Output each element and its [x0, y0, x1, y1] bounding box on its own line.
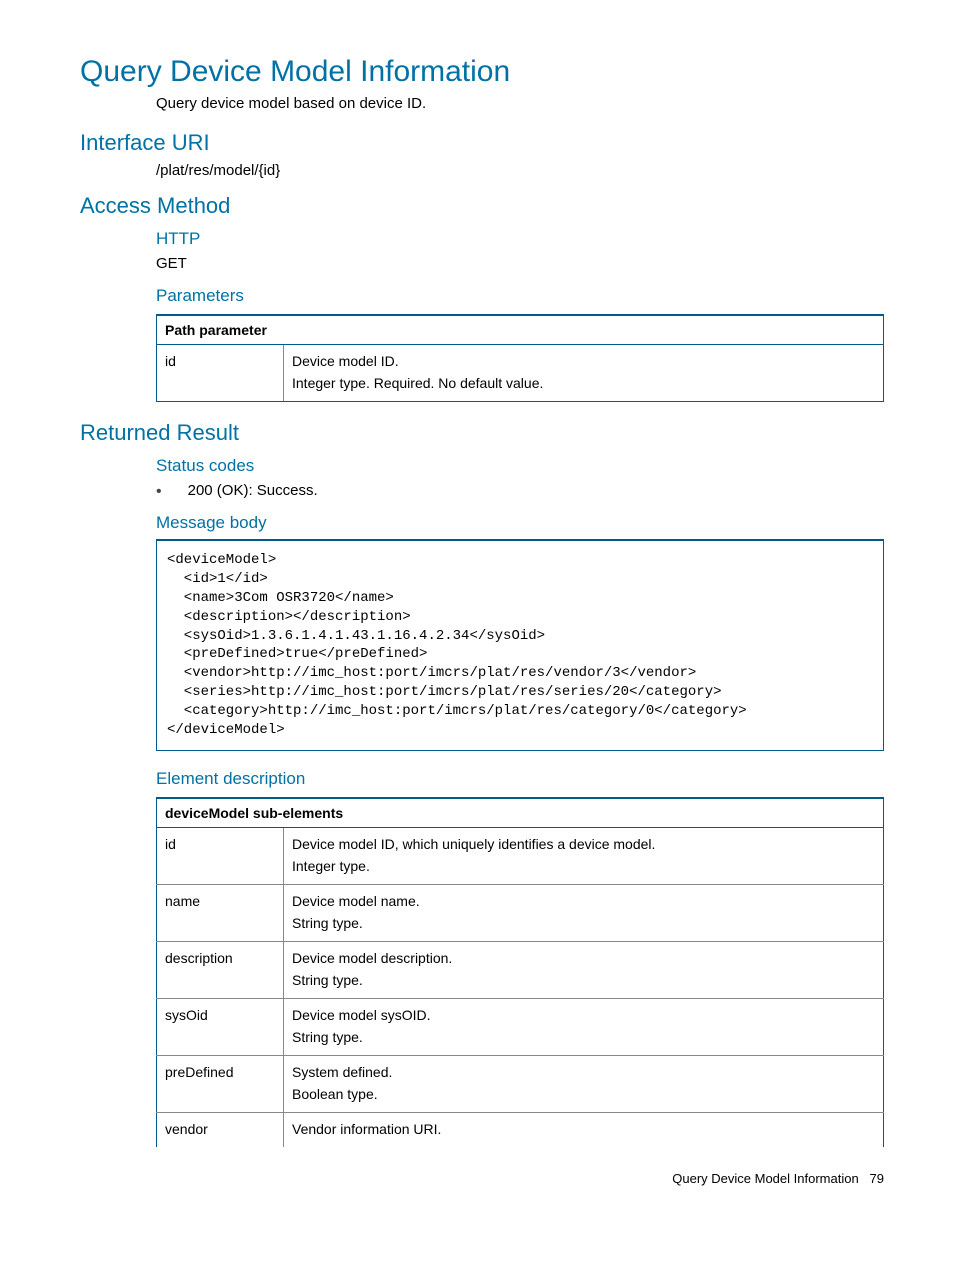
http-method: GET [156, 255, 884, 272]
elem-desc-line: Integer type. [292, 858, 875, 874]
elem-desc-line: String type. [292, 1029, 875, 1045]
param-desc-line: Integer type. Required. No default value… [292, 375, 875, 391]
elem-desc-line: Device model ID, which uniquely identifi… [292, 836, 875, 852]
table-row: id Device model ID. Integer type. Requir… [157, 345, 884, 402]
elem-name: vendor [157, 1112, 284, 1147]
table-row: description Device model description. St… [157, 941, 884, 998]
access-method-heading: Access Method [80, 193, 884, 219]
param-table-header: Path parameter [157, 315, 884, 345]
elem-desc-line: Device model name. [292, 893, 875, 909]
status-codes-heading: Status codes [156, 456, 884, 476]
http-heading: HTTP [156, 229, 884, 249]
bullet-icon: • [156, 484, 162, 500]
elem-name: sysOid [157, 998, 284, 1055]
message-body-code: <deviceModel> <id>1</id> <name>3Com OSR3… [156, 539, 884, 751]
footer-title: Query Device Model Information [672, 1171, 858, 1186]
page-footer: Query Device Model Information 79 [80, 1171, 884, 1186]
table-row: vendor Vendor information URI. [157, 1112, 884, 1147]
elem-desc: Device model sysOID. String type. [284, 998, 884, 1055]
elem-desc: Device model name. String type. [284, 884, 884, 941]
param-desc: Device model ID. Integer type. Required.… [284, 345, 884, 402]
elem-desc-line: Device model description. [292, 950, 875, 966]
elem-table-header: deviceModel sub-elements [157, 798, 884, 828]
elem-desc: Device model description. String type. [284, 941, 884, 998]
elem-name: id [157, 827, 284, 884]
elem-desc: Vendor information URI. [284, 1112, 884, 1147]
elem-desc-line: Boolean type. [292, 1086, 875, 1102]
page-title: Query Device Model Information [80, 55, 884, 89]
elem-desc-line: System defined. [292, 1064, 875, 1080]
element-description-heading: Element description [156, 769, 884, 789]
table-row: preDefined System defined. Boolean type. [157, 1055, 884, 1112]
elem-name: name [157, 884, 284, 941]
interface-uri-value: /plat/res/model/{id} [156, 162, 884, 179]
elem-desc: Device model ID, which uniquely identifi… [284, 827, 884, 884]
param-desc-line: Device model ID. [292, 353, 875, 369]
elem-name: preDefined [157, 1055, 284, 1112]
intro-text: Query device model based on device ID. [156, 95, 884, 112]
parameters-table: Path parameter id Device model ID. Integ… [156, 314, 884, 402]
status-code-text: 200 (OK): Success. [188, 482, 318, 499]
elem-desc: System defined. Boolean type. [284, 1055, 884, 1112]
elem-desc-line: String type. [292, 972, 875, 988]
parameters-heading: Parameters [156, 286, 884, 306]
interface-uri-heading: Interface URI [80, 130, 884, 156]
table-row: id Device model ID, which uniquely ident… [157, 827, 884, 884]
elem-desc-line: Device model sysOID. [292, 1007, 875, 1023]
element-description-table: deviceModel sub-elements id Device model… [156, 797, 884, 1147]
elem-desc-line: String type. [292, 915, 875, 931]
status-code-item: • 200 (OK): Success. [156, 482, 884, 499]
elem-desc-line: Vendor information URI. [292, 1121, 875, 1137]
elem-name: description [157, 941, 284, 998]
message-body-heading: Message body [156, 513, 884, 533]
table-row: sysOid Device model sysOID. String type. [157, 998, 884, 1055]
param-name: id [157, 345, 284, 402]
table-row: name Device model name. String type. [157, 884, 884, 941]
returned-result-heading: Returned Result [80, 420, 884, 446]
footer-page-number: 79 [870, 1171, 884, 1186]
